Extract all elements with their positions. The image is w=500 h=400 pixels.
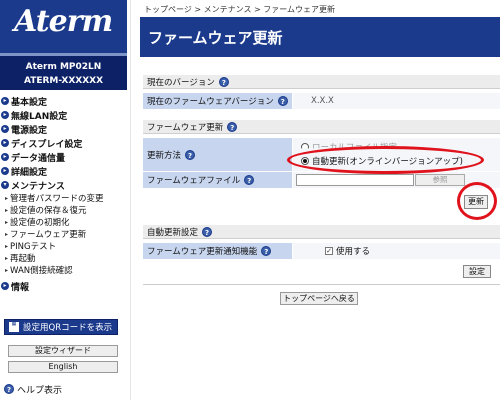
update-button[interactable]: 更新 — [464, 195, 488, 209]
help-icon[interactable]: ? — [244, 175, 255, 185]
sub-item-firmware-update[interactable]: ▸ ファームウェア更新 — [0, 228, 127, 240]
logo-area: Aterm — [0, 0, 127, 53]
update-method-row: 更新方法 ? ローカルファイル指定 自動更新(オンラインバージョンアップ) — [143, 138, 500, 171]
update-method-label-cell: 更新方法 ? — [143, 138, 293, 171]
current-version-label-cell: 現在のファームウェアバージョン ? — [143, 93, 293, 109]
breadcrumb: トップページ > メンテナンス > ファームウェア更新 — [144, 5, 336, 14]
auto-update-section-header: 自動更新設定 ? — [143, 225, 500, 239]
arrow-icon: ▸ — [5, 266, 9, 274]
chevron-down-icon: ▾ — [1, 181, 9, 189]
arrow-icon: ▸ — [5, 230, 9, 238]
update-notify-row: ファームウェア更新通知機能 ? ✓ 使用する — [143, 243, 500, 259]
chevron-right-icon: ▸ — [1, 282, 9, 290]
arrow-icon: ▸ — [5, 206, 9, 214]
radio-local-file[interactable]: ローカルファイル指定 — [301, 143, 397, 149]
chevron-right-icon: ▸ — [1, 111, 9, 119]
nav-item-info[interactable]: ▸ 情報 — [0, 279, 127, 293]
update-notify-label-cell: ファームウェア更新通知機能 ? — [143, 243, 293, 259]
firmware-file-label-cell: ファームウェアファイル ? — [143, 172, 293, 188]
sub-item-reboot[interactable]: ▸ 再起動 — [0, 252, 127, 264]
sub-item-save-restore[interactable]: ▸ 設定値の保存＆復元 — [0, 204, 127, 216]
radio-button[interactable] — [301, 143, 309, 149]
qr-code-icon: ▦ — [9, 322, 19, 332]
english-button[interactable]: English — [8, 361, 118, 373]
chevron-right-icon: ▸ — [1, 97, 9, 105]
help-icon[interactable]: ? — [227, 121, 238, 132]
current-version-row: 現在のファームウェアバージョン ? X.X.X — [143, 93, 500, 109]
radio-button-checked[interactable] — [301, 156, 309, 165]
help-icon[interactable]: ? — [261, 246, 272, 256]
update-notify-value: ✓ 使用する — [293, 243, 500, 259]
divider — [143, 284, 500, 285]
current-version-value: X.X.X — [293, 93, 500, 109]
arrow-icon: ▸ — [5, 254, 9, 262]
sub-item-admin-password[interactable]: ▸ 管理者パスワードの変更 — [0, 192, 127, 204]
chevron-right-icon: ▸ — [1, 125, 9, 133]
model-name: Aterm MP02LN — [25, 62, 102, 72]
main-content: トップページ > メンテナンス > ファームウェア更新 ファームウェア更新 現在… — [140, 0, 500, 400]
nav-item-data-usage[interactable]: ▸ データ通信量 — [0, 150, 127, 164]
sub-item-wan-check[interactable]: ▸ WAN側接続確認 — [0, 264, 127, 276]
help-link[interactable]: ? ヘルプ表示 — [4, 383, 62, 396]
nav-item-power[interactable]: ▸ 電源設定 — [0, 122, 127, 136]
nav-item-wireless-lan[interactable]: ▸ 無線LAN設定 — [0, 108, 127, 122]
setup-wizard-button[interactable]: 設定ウィザード — [8, 345, 118, 357]
browse-button[interactable]: 参照 — [415, 174, 465, 186]
firmware-update-section-header: ファームウェア更新 ? — [143, 120, 500, 134]
arrow-icon: ▸ — [5, 242, 9, 250]
arrow-icon: ▸ — [5, 194, 9, 202]
firmware-file-input[interactable] — [296, 174, 414, 186]
aterm-logo: Aterm — [14, 4, 113, 39]
model-box: Aterm MP02LN ATERM-XXXXXX — [0, 56, 127, 90]
sub-item-factory-reset[interactable]: ▸ 設定値の初期化 — [0, 216, 127, 228]
nav-item-display[interactable]: ▸ ディスプレイ設定 — [0, 136, 127, 150]
sidebar-divider — [130, 0, 131, 400]
nav-item-maintenance[interactable]: ▾ メンテナンス — [0, 178, 127, 192]
sidebar-nav: ▸ 基本設定 ▸ 無線LAN設定 ▸ 電源設定 ▸ ディスプレイ設定 ▸ データ通信量 ▸… — [0, 90, 127, 293]
help-icon[interactable]: ? — [277, 96, 288, 106]
sidebar: Aterm Aterm MP02LN ATERM-XXXXXX ▸ 基本設定 ▸ 無… — [0, 0, 127, 400]
firmware-file-row: ファームウェアファイル ? 参照 — [143, 172, 500, 188]
current-version-section-header: 現在のバージョン ? — [143, 75, 500, 89]
chevron-right-icon: ▸ — [1, 167, 9, 175]
firmware-file-value: 参照 — [293, 172, 500, 188]
qr-code-button[interactable]: ▦ 設定用QRコードを表示 — [4, 319, 118, 335]
device-id: ATERM-XXXXXX — [23, 76, 104, 86]
settings-button[interactable]: 設定 — [463, 265, 491, 278]
nav-item-advanced[interactable]: ▸ 詳細設定 — [0, 164, 127, 178]
sub-item-ping-test[interactable]: ▸ PINGテスト — [0, 240, 127, 252]
help-icon[interactable]: ? — [218, 76, 229, 87]
update-method-options: ローカルファイル指定 自動更新(オンラインバージョンアップ) — [293, 138, 500, 171]
use-checkbox[interactable]: ✓ — [325, 247, 333, 255]
chevron-right-icon: ▸ — [1, 153, 9, 161]
help-icon: ? — [4, 384, 14, 394]
radio-auto-update[interactable]: 自動更新(オンラインバージョンアップ) — [301, 155, 463, 167]
title-bar: ファームウェア更新 — [140, 17, 500, 57]
page-title: ファームウェア更新 — [148, 29, 283, 47]
help-icon[interactable]: ? — [185, 149, 196, 160]
chevron-right-icon: ▸ — [1, 139, 9, 147]
arrow-icon: ▸ — [5, 218, 9, 226]
back-to-top-button[interactable]: トップページへ戻る — [280, 292, 358, 305]
help-icon[interactable]: ? — [202, 226, 213, 237]
nav-item-basic-settings[interactable]: ▸ 基本設定 — [0, 94, 127, 108]
